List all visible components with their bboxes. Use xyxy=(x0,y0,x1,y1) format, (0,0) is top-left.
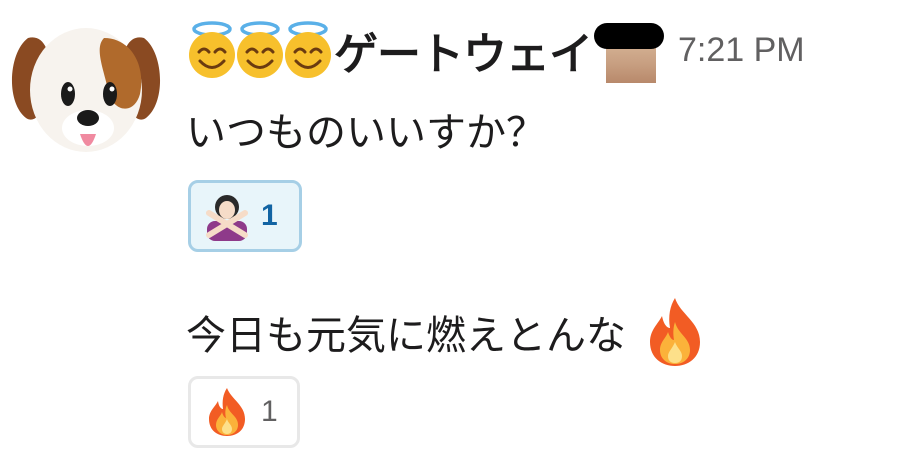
dog-face-icon[interactable] xyxy=(8,8,164,164)
reaction-count: 1 xyxy=(261,199,278,232)
person-gesturing-no-icon xyxy=(206,195,248,241)
fire-icon xyxy=(209,388,245,436)
message-timestamp[interactable]: 7:21 PM xyxy=(678,31,805,70)
fire-icon xyxy=(650,298,700,366)
message-header: ゲートウェイ 7:21 PM xyxy=(186,12,805,88)
reaction-count: 1 xyxy=(261,395,278,428)
display-name-emoji-group xyxy=(186,20,331,80)
sender-name[interactable]: ゲートウェイ xyxy=(334,18,593,82)
message-text: いつものいいすか？ xyxy=(186,110,546,156)
halo-face-icon xyxy=(189,21,235,78)
reaction-button[interactable]: 1 xyxy=(188,180,302,252)
message-text-row: 今日も元気に燃えとんな xyxy=(186,296,706,368)
message-text: 今日も元気に燃えとんな xyxy=(186,313,626,359)
profile-photo-icon xyxy=(594,23,664,83)
halo-face-icon xyxy=(237,21,283,78)
reaction-button[interactable]: 1 xyxy=(188,376,300,448)
halo-face-icon xyxy=(285,21,331,78)
